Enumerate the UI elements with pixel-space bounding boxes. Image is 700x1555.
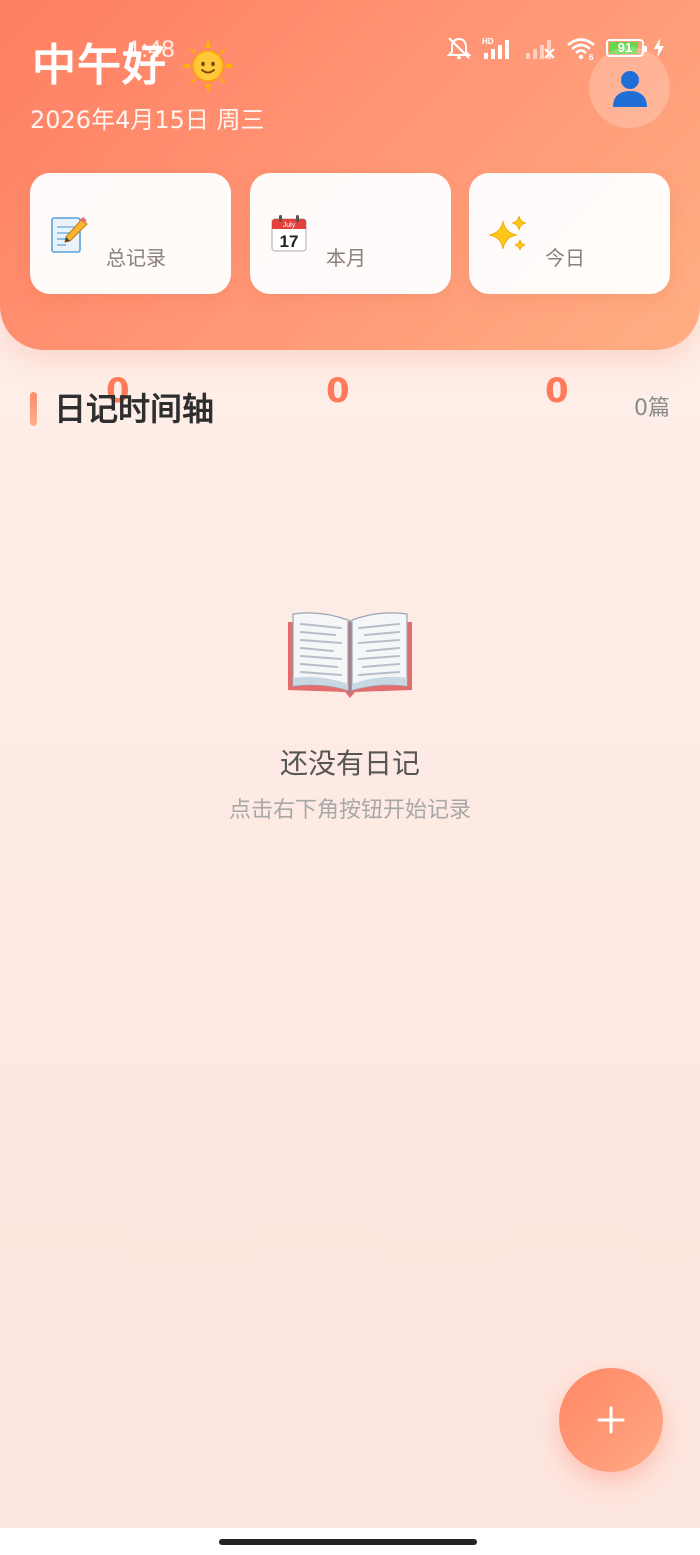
profile-button[interactable] <box>589 47 670 128</box>
timeline-header: 日记时间轴 0篇 <box>30 390 670 430</box>
system-nav-bar <box>0 1528 700 1555</box>
svg-text:HD: HD <box>482 37 494 46</box>
sun-icon <box>181 39 235 93</box>
svg-text:July: July <box>283 222 296 229</box>
stat-label-total: 总记录 <box>106 246 166 270</box>
stat-card-total[interactable]: 0 总记录 <box>30 173 231 411</box>
hd-signal-icon: HD <box>482 36 514 60</box>
stat-label-month: 本月 <box>326 246 366 270</box>
add-diary-button[interactable] <box>559 1368 663 1472</box>
greeting-text: 中午好 <box>32 40 167 91</box>
greeting: 中午好 <box>32 36 235 96</box>
charging-icon <box>654 38 664 58</box>
mute-icon <box>446 36 472 60</box>
sparkles-icon <box>487 213 529 255</box>
memo-icon <box>48 213 90 255</box>
user-icon <box>609 67 651 109</box>
wifi-icon: 6 <box>566 36 596 60</box>
home-indicator[interactable] <box>219 1539 477 1545</box>
calendar-icon: July 17 <box>268 213 310 255</box>
stat-label-today: 今日 <box>545 246 585 270</box>
timeline-count: 0篇 <box>634 396 670 421</box>
timeline-title: 日记时间轴 <box>54 390 215 428</box>
no-signal-icon <box>524 36 556 60</box>
header: 1:48 HD 6 91 中午好 2026年4月15日 周三 0 总记录 Jul… <box>0 0 700 411</box>
empty-state-subtitle: 点击右下角按钮开始记录 <box>228 798 471 823</box>
date-text: 2026年4月15日 周三 <box>30 106 265 134</box>
stat-card-month[interactable]: July 17 0 本月 <box>250 173 451 411</box>
svg-text:6: 6 <box>589 53 594 60</box>
stat-card-today[interactable]: 0 今日 <box>469 173 670 411</box>
plus-icon <box>596 1405 626 1435</box>
empty-state-title: 还没有日记 <box>279 747 420 780</box>
section-accent-bar <box>30 392 37 426</box>
svg-text:17: 17 <box>280 232 299 251</box>
